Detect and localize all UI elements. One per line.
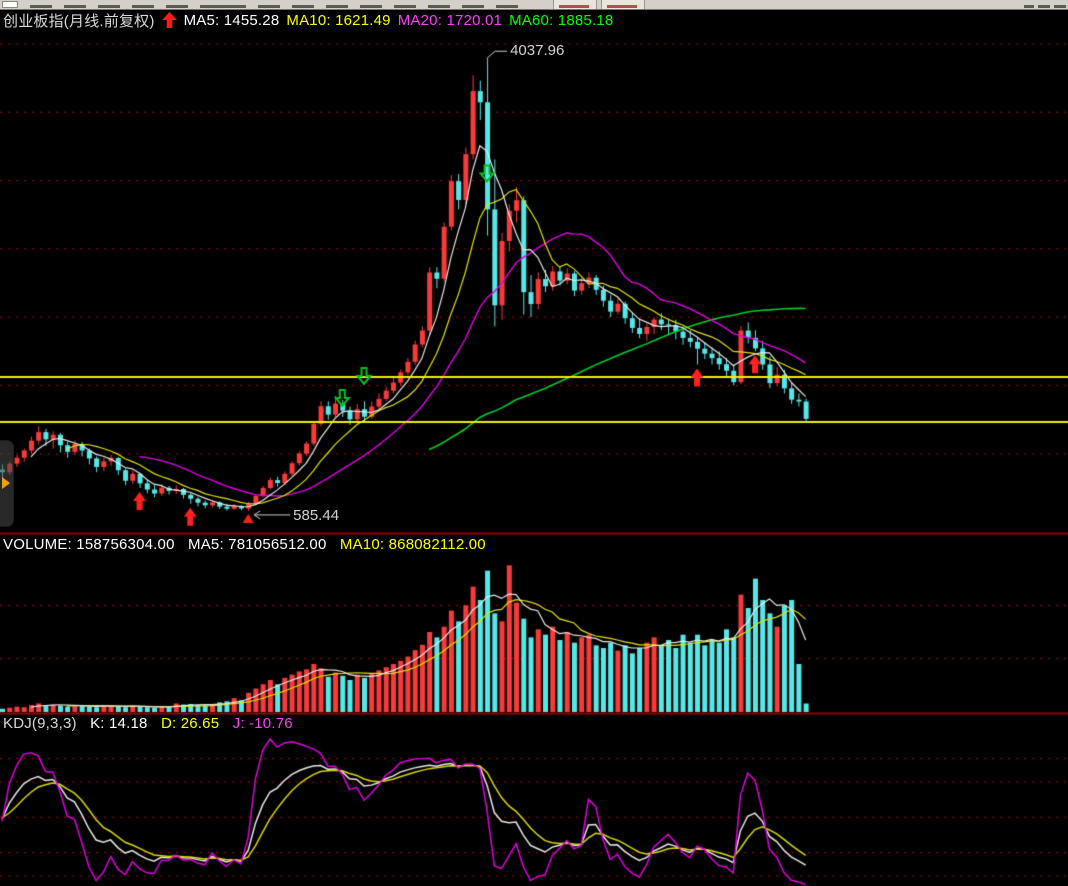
menu-item-clipped[interactable] <box>1024 5 1034 8</box>
volume-ma10-value: MA10: 868082112.00 <box>340 536 486 553</box>
instrument-title: 创业板指(月线.前复权) <box>3 10 155 31</box>
menu-item-clipped[interactable] <box>1054 5 1066 8</box>
kdj-j-value: J: -10.76 <box>233 715 293 732</box>
menu-item-clipped[interactable] <box>200 5 246 8</box>
menu-item-clipped[interactable] <box>326 5 348 8</box>
quote-box-clipped <box>601 0 645 9</box>
quote-value-clipped <box>559 5 589 8</box>
menu-item-clipped[interactable] <box>64 5 86 8</box>
menu-item-clipped[interactable] <box>292 5 314 8</box>
volume-value: VOLUME: 158756304.00 <box>3 536 175 553</box>
kdj-name: KDJ(9,3,3) <box>3 715 77 732</box>
volume-pane-header: VOLUME: 158756304.00 MA5: 781056512.00 M… <box>3 536 495 553</box>
menu-item-clipped[interactable] <box>132 5 154 8</box>
expand-arrow-icon <box>2 477 10 489</box>
ma10-value: MA10: 1621.49 <box>286 12 390 29</box>
main-chart-header: 创业板指(月线.前复权) MA5: 1455.28 MA10: 1621.49 … <box>3 10 620 30</box>
ma20-value: MA20: 1720.01 <box>398 12 502 29</box>
menu-item-clipped[interactable] <box>462 5 484 8</box>
trend-up-icon <box>162 12 177 28</box>
side-panel-handle[interactable] <box>0 440 14 527</box>
menu-item-clipped[interactable] <box>30 5 52 8</box>
menu-item-clipped[interactable] <box>258 5 280 8</box>
menu-item-clipped[interactable] <box>394 5 416 8</box>
menu-item-clipped[interactable] <box>496 5 518 8</box>
menu-item-clipped[interactable] <box>360 5 382 8</box>
kdj-pane-header: KDJ(9,3,3) K: 14.18 D: 26.65 J: -10.76 <box>3 715 302 732</box>
stock-chart-canvas[interactable] <box>0 0 1068 886</box>
menubar-clipped[interactable] <box>0 0 1068 10</box>
low-price-annotation: 585.44 <box>293 507 339 524</box>
quote-box-clipped <box>553 0 597 9</box>
kdj-k-value: K: 14.18 <box>90 715 147 732</box>
menu-item-clipped[interactable] <box>428 5 450 8</box>
ma60-value: MA60: 1885.18 <box>509 12 613 29</box>
menu-item-clipped[interactable] <box>166 5 188 8</box>
volume-ma5-value: MA5: 781056512.00 <box>188 536 327 553</box>
menu-item-clipped[interactable] <box>1038 5 1050 8</box>
app-icon <box>2 1 18 8</box>
kdj-d-value: D: 26.65 <box>161 715 219 732</box>
quote-value-clipped <box>607 5 637 8</box>
high-price-annotation: 4037.96 <box>510 42 564 59</box>
ma5-value: MA5: 1455.28 <box>184 12 280 29</box>
menu-item-clipped[interactable] <box>98 5 120 8</box>
